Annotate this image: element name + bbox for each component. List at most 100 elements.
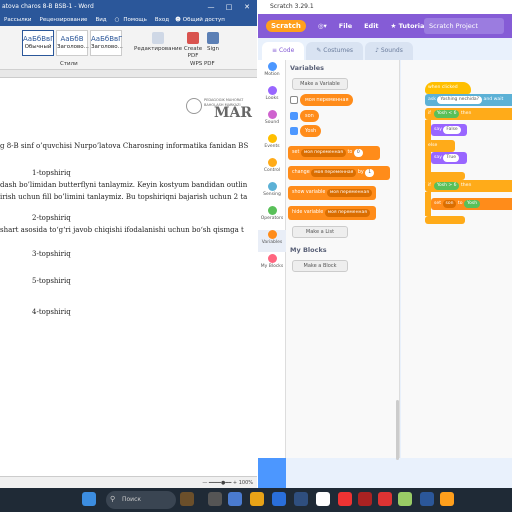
sound-dot-icon bbox=[267, 110, 277, 119]
add-extension-button[interactable] bbox=[258, 458, 286, 488]
if-block[interactable]: if Yosh > 6 then bbox=[425, 180, 512, 192]
close-icon[interactable]: ✕ bbox=[238, 0, 256, 14]
file-explorer-icon[interactable] bbox=[250, 492, 264, 506]
motion-dot-icon bbox=[267, 62, 277, 71]
tab-mailings[interactable]: Рассылки bbox=[4, 17, 32, 23]
var-checkbox[interactable] bbox=[290, 96, 298, 104]
less-than-operator[interactable]: Yosh < 6 bbox=[433, 110, 460, 118]
word-window-controls: — □ ✕ bbox=[202, 0, 256, 14]
tab-help[interactable]: Помощь bbox=[123, 17, 146, 23]
opera-icon[interactable] bbox=[358, 492, 372, 506]
doc-heading: 3-topshiriq bbox=[32, 250, 71, 258]
sign-button[interactable]: Sign bbox=[205, 32, 221, 53]
ask-block[interactable]: ask Yoshing nechida? and wait bbox=[425, 94, 512, 106]
set-variable-block[interactable]: set моя переменная to 0 bbox=[288, 146, 380, 160]
menu-file[interactable]: File bbox=[339, 22, 352, 30]
category-sensing[interactable]: Sensing bbox=[258, 182, 286, 204]
word-ribbon-tabs: Рассылки Рецензирование Вид ○ Помощь Вхо… bbox=[0, 14, 257, 26]
chrome-icon[interactable] bbox=[316, 492, 330, 506]
var-reporter[interactable]: Yosh bbox=[300, 125, 322, 137]
var-reporter[interactable]: son bbox=[300, 110, 319, 122]
doc-heading: 5-topshiriq bbox=[32, 277, 71, 285]
news-widget-icon[interactable] bbox=[180, 492, 194, 506]
doc-line: dash bo’limidan butterflyni tanlaymiz. K… bbox=[0, 181, 248, 189]
style-heading2[interactable]: АаБбВвГ Заголово... bbox=[90, 30, 123, 56]
category-my-blocks[interactable]: My Blocks bbox=[258, 254, 286, 276]
category-operators[interactable]: Operators bbox=[258, 206, 286, 228]
logo-big-text: MAR bbox=[214, 105, 252, 121]
yandex-icon[interactable] bbox=[338, 492, 352, 506]
style-normal[interactable]: АаБбВвГ Обычный bbox=[22, 30, 54, 56]
scratch-icon[interactable] bbox=[440, 492, 454, 506]
scratch-logo[interactable]: Scratch bbox=[266, 20, 306, 32]
minimize-icon[interactable]: — bbox=[202, 0, 220, 14]
edge-icon[interactable] bbox=[272, 492, 286, 506]
say-true-block[interactable]: say True bbox=[431, 152, 467, 164]
category-looks[interactable]: Looks bbox=[258, 86, 286, 108]
make-variable-button[interactable]: Make a Variable bbox=[292, 78, 348, 90]
scratch-window: Scratch 3.29.1 Scratch ◎▾ File Edit ★ Tu… bbox=[258, 0, 512, 488]
category-events[interactable]: Events bbox=[258, 134, 286, 156]
word-ribbon: АаБбВвГ Обычный АаБбВ Заголово... АаБбВвГ З… bbox=[0, 26, 257, 70]
project-title-input[interactable]: Scratch Project bbox=[424, 18, 504, 34]
set-son-block[interactable]: set son to Yosh bbox=[431, 198, 512, 210]
palette-scrollbar[interactable] bbox=[396, 400, 399, 460]
say-false-block[interactable]: say False bbox=[431, 124, 467, 136]
when-flag-clicked-block[interactable]: when clicked bbox=[425, 82, 471, 94]
make-block-button[interactable]: Make a Block bbox=[292, 260, 348, 272]
app-icon[interactable] bbox=[398, 492, 412, 506]
zoom-level[interactable]: 100% bbox=[239, 480, 253, 486]
tab-view[interactable]: Вид bbox=[95, 17, 106, 23]
greater-than-operator[interactable]: Yosh > 6 bbox=[433, 182, 460, 190]
share-button[interactable]: Общий доступ bbox=[183, 17, 225, 23]
events-dot-icon bbox=[267, 134, 277, 143]
taskbar-search[interactable]: Поиск bbox=[106, 491, 176, 509]
make-list-button[interactable]: Make a List bbox=[292, 226, 348, 238]
document-page[interactable]: PEDAGOGIK MAHORAT BAHOLASH MARKAZI MAR g … bbox=[0, 78, 257, 476]
maximize-icon[interactable]: □ bbox=[220, 0, 238, 14]
create-pdf-button[interactable]: Create PDF bbox=[183, 32, 203, 60]
lightbulb-icon: ○ bbox=[114, 17, 120, 23]
word-window: atova charos 8-B BSB-1 - Word — □ ✕ Расс… bbox=[0, 0, 257, 488]
tab-code[interactable]: ≡ Code bbox=[262, 42, 305, 60]
tab-costumes[interactable]: ✎ Costumes bbox=[306, 42, 364, 60]
wps-icon[interactable] bbox=[378, 492, 392, 506]
chat-icon[interactable] bbox=[228, 492, 242, 506]
category-sound[interactable]: Sound bbox=[258, 110, 286, 132]
control-dot-icon bbox=[267, 158, 277, 167]
style-heading1[interactable]: АаБбВ Заголово... bbox=[56, 30, 89, 56]
word-icon[interactable] bbox=[420, 492, 434, 506]
change-variable-block[interactable]: change моя переменная by 1 bbox=[288, 166, 390, 180]
ruler bbox=[0, 70, 257, 78]
scratch-title: Scratch 3.29.1 bbox=[270, 3, 314, 10]
logo-seal-icon bbox=[186, 98, 202, 114]
hide-variable-block[interactable]: hide variable моя переменная bbox=[288, 206, 376, 220]
menu-edit[interactable]: Edit bbox=[364, 22, 378, 30]
sign-in-link[interactable]: Вход bbox=[155, 17, 169, 23]
editor-tabs: ≡ Code ✎ Costumes ♪ Sounds bbox=[258, 38, 512, 60]
tab-sounds[interactable]: ♪ Sounds bbox=[365, 42, 413, 60]
store-icon[interactable] bbox=[294, 492, 308, 506]
show-variable-block[interactable]: show variable моя переменная bbox=[288, 186, 376, 200]
tab-review[interactable]: Рецензирование bbox=[40, 17, 88, 23]
search-icon: ⚲ bbox=[110, 495, 116, 503]
sensing-dot-icon bbox=[267, 182, 277, 191]
var-reporter[interactable]: моя переменная bbox=[300, 94, 354, 106]
var-checkbox[interactable] bbox=[290, 112, 298, 120]
globe-icon[interactable]: ◎▾ bbox=[318, 22, 327, 30]
editing-button[interactable]: Редактирование bbox=[133, 32, 183, 53]
doc-heading: 2-topshiriq bbox=[32, 214, 71, 222]
windows-start-icon[interactable] bbox=[82, 492, 96, 506]
user-icon: ☻ bbox=[175, 17, 181, 23]
category-variables[interactable]: Variables bbox=[258, 230, 286, 252]
my-blocks-dot-icon bbox=[267, 254, 277, 263]
block-palette: Variables Make a Variable моя переменная… bbox=[286, 60, 400, 458]
task-view-icon[interactable] bbox=[208, 492, 222, 506]
if-else-block[interactable]: if Yosh < 6 then bbox=[425, 108, 512, 120]
wps-group-label: WPS PDF bbox=[190, 61, 215, 67]
pdf-icon bbox=[187, 32, 199, 44]
var-checkbox[interactable] bbox=[290, 127, 298, 135]
category-motion[interactable]: Motion bbox=[258, 62, 286, 84]
category-control[interactable]: Control bbox=[258, 158, 286, 180]
script-area[interactable]: when clicked ask Yoshing nechida? and wa… bbox=[401, 60, 512, 458]
